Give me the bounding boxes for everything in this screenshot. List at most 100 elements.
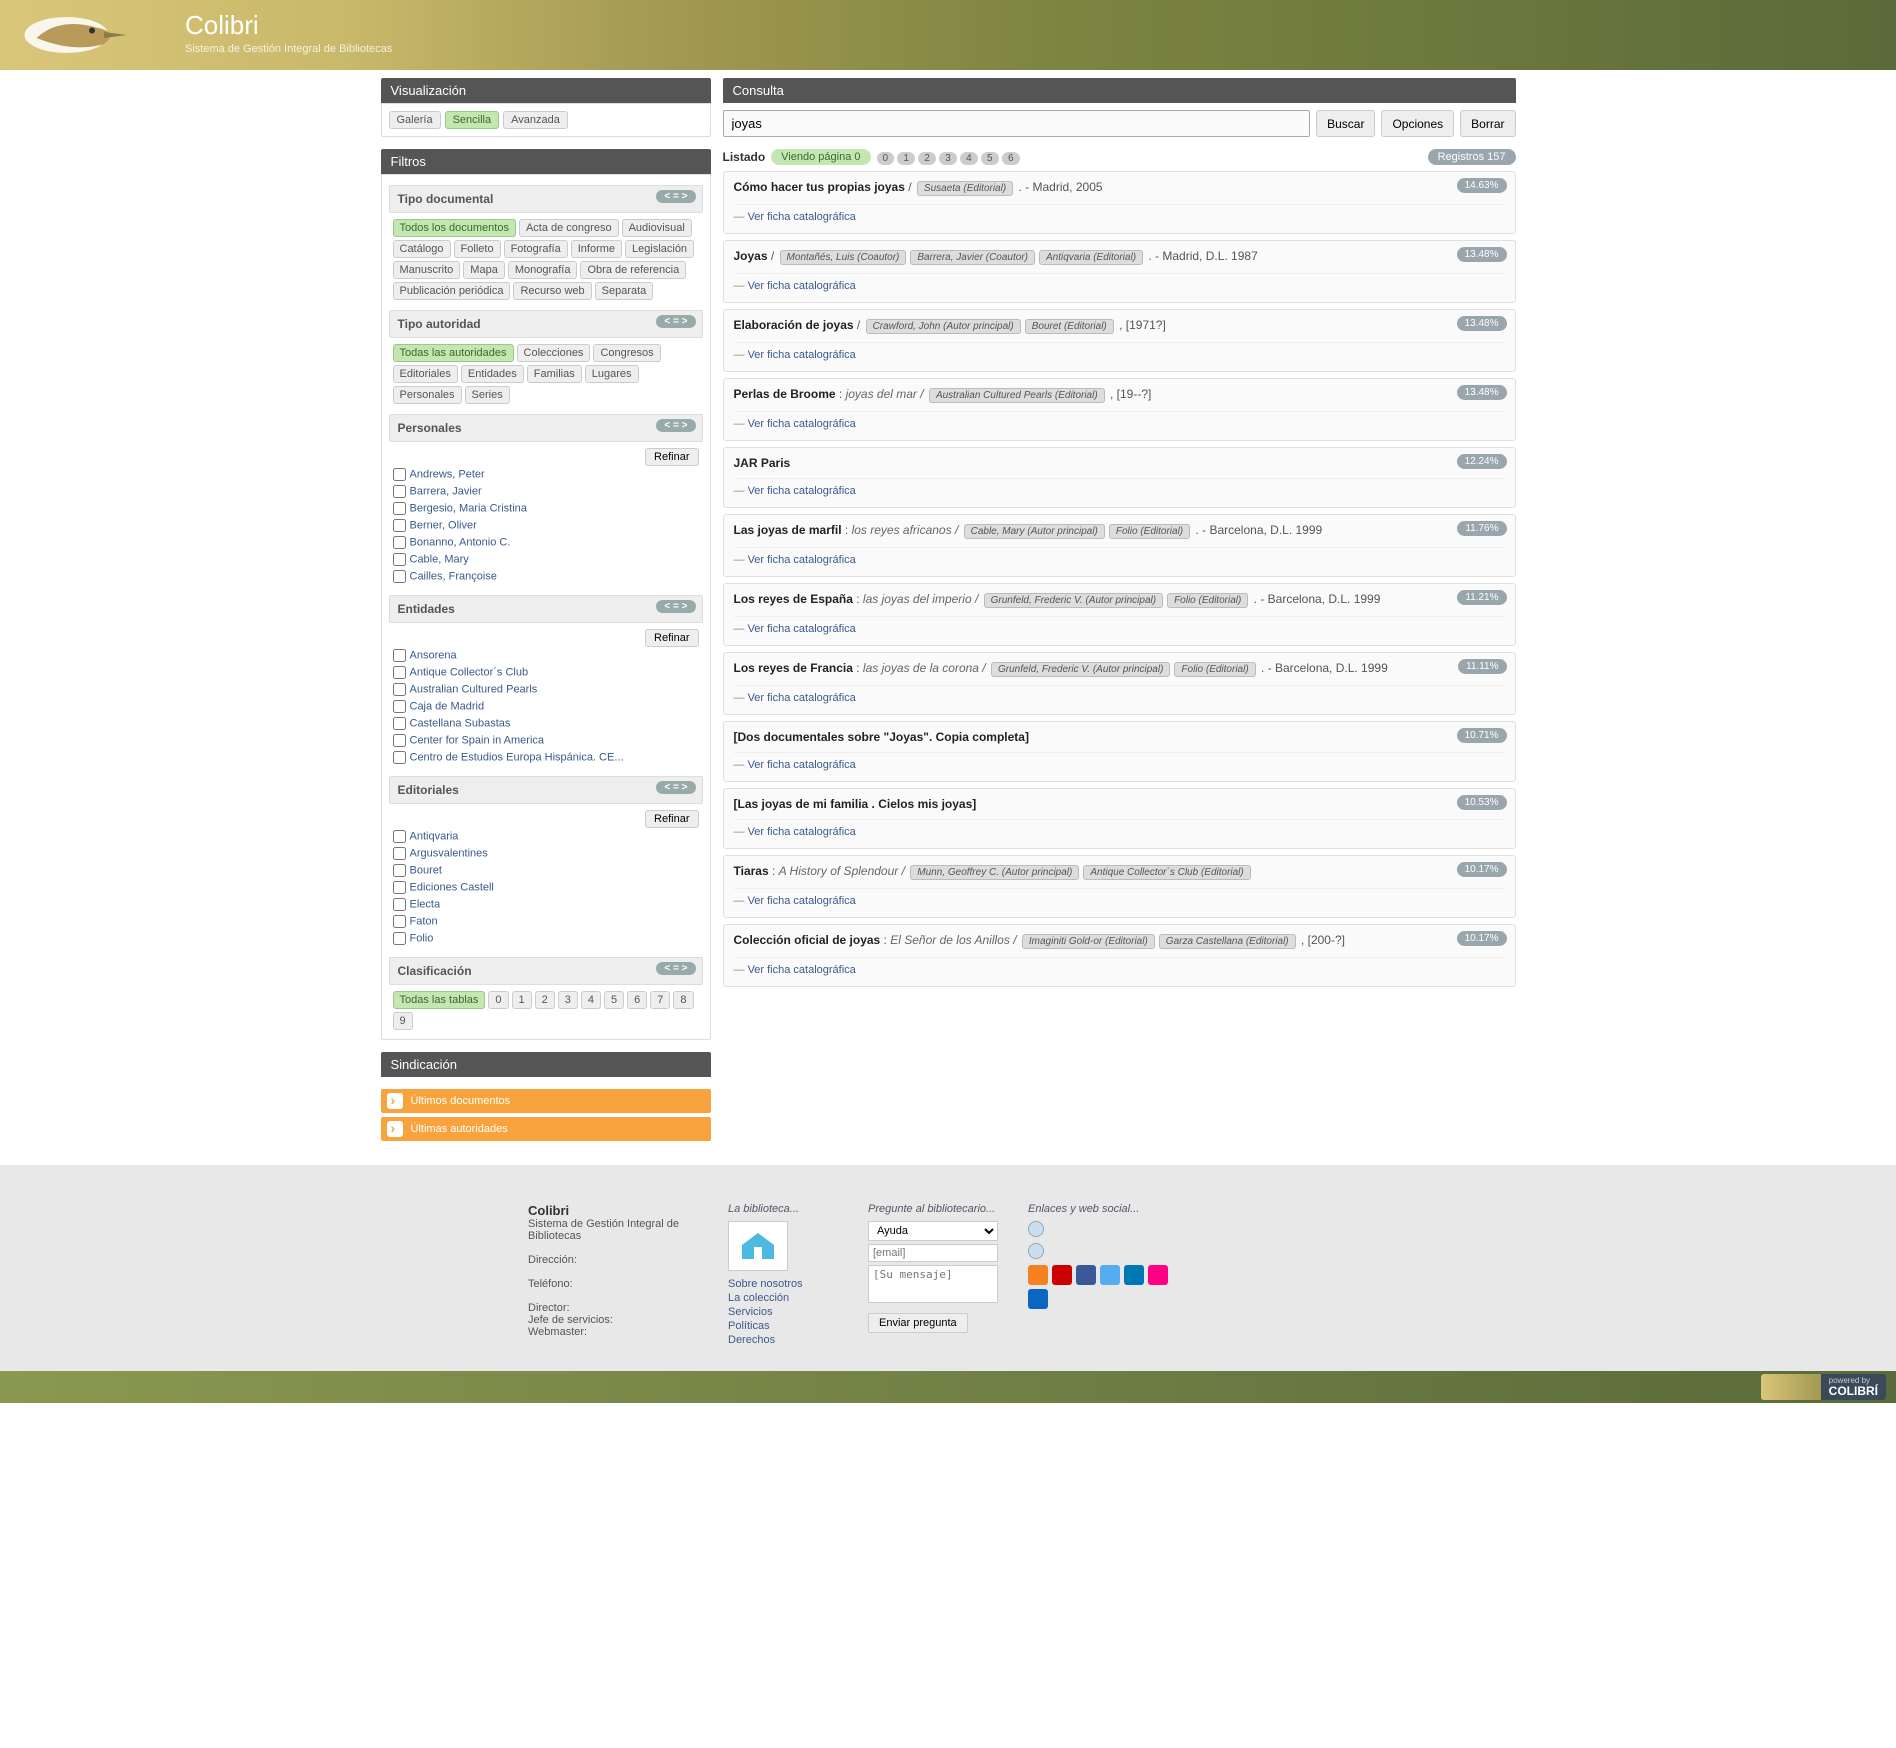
ver-ficha-link[interactable]: Ver ficha catalográfica <box>734 547 1505 566</box>
filter-checkbox[interactable] <box>393 915 406 928</box>
social-icon[interactable] <box>1028 1289 1048 1309</box>
ask-message-input[interactable] <box>868 1265 998 1303</box>
filter-link[interactable]: Andrews, Peter <box>410 468 485 480</box>
filter-link[interactable]: Centro de Estudios Europa Hispánica. CE.… <box>410 751 624 763</box>
filter-pill[interactable]: 8 <box>673 991 693 1009</box>
rss-feed-link[interactable]: Últimas autoridades <box>381 1117 711 1141</box>
filter-pill[interactable]: Catálogo <box>393 240 451 258</box>
filter-pill[interactable]: Fotografía <box>504 240 568 258</box>
filter-link[interactable]: Electa <box>410 898 441 910</box>
filter-checkbox[interactable] <box>393 536 406 549</box>
filter-checkbox[interactable] <box>393 932 406 945</box>
filter-pill[interactable]: 3 <box>558 991 578 1009</box>
ask-email-input[interactable] <box>868 1244 998 1262</box>
search-input[interactable] <box>723 110 1311 137</box>
social-icon[interactable] <box>1100 1265 1120 1285</box>
social-icon[interactable] <box>1028 1265 1048 1285</box>
globe-icon[interactable] <box>1028 1221 1044 1237</box>
filter-pill[interactable]: Monografía <box>508 261 578 279</box>
filter-pill[interactable]: Audiovisual <box>622 219 692 237</box>
filter-link[interactable]: Bonanno, Antonio C. <box>410 536 511 548</box>
refinar-personales[interactable]: Refinar <box>645 448 698 466</box>
ask-type-select[interactable]: Ayuda <box>868 1221 998 1241</box>
authority-pill[interactable]: Garza Castellana (Editorial) <box>1159 934 1296 949</box>
filter-checkbox[interactable] <box>393 683 406 696</box>
filter-pill[interactable]: Colecciones <box>517 344 591 362</box>
refinar-editoriales[interactable]: Refinar <box>645 810 698 828</box>
opciones-button[interactable]: Opciones <box>1381 110 1454 137</box>
authority-pill[interactable]: Folio (Editorial) <box>1167 593 1248 608</box>
authority-pill[interactable]: Imaginiti Gold-or (Editorial) <box>1022 934 1155 949</box>
filter-link[interactable]: Antiqvaria <box>410 830 459 842</box>
filter-checkbox[interactable] <box>393 666 406 679</box>
ver-ficha-link[interactable]: Ver ficha catalográfica <box>734 273 1505 292</box>
filter-pill[interactable]: 0 <box>488 991 508 1009</box>
filter-checkbox[interactable] <box>393 734 406 747</box>
filter-link[interactable]: Berner, Oliver <box>410 519 477 531</box>
ver-ficha-link[interactable]: Ver ficha catalográfica <box>734 478 1505 497</box>
social-icon[interactable] <box>1124 1265 1144 1285</box>
filter-pill[interactable]: Separata <box>595 282 654 300</box>
filter-link[interactable]: Barrera, Javier <box>410 485 482 497</box>
filter-pill[interactable]: 2 <box>535 991 555 1009</box>
filter-link[interactable]: Folio <box>410 932 434 944</box>
footer-link[interactable]: La colección <box>728 1291 838 1305</box>
authority-pill[interactable]: Montañés, Luis (Coautor) <box>780 250 907 265</box>
buscar-button[interactable]: Buscar <box>1316 110 1375 137</box>
filter-pill[interactable]: 6 <box>627 991 647 1009</box>
filter-pill[interactable]: Obra de referencia <box>580 261 686 279</box>
filter-pill[interactable]: Todos los documentos <box>393 219 516 237</box>
filter-checkbox[interactable] <box>393 570 406 583</box>
filter-pill[interactable]: Series <box>465 386 510 404</box>
nav-arrows-icon[interactable]: < = > <box>656 190 695 203</box>
ver-ficha-link[interactable]: Ver ficha catalográfica <box>734 957 1505 976</box>
globe-icon[interactable] <box>1028 1243 1044 1259</box>
filter-pill[interactable]: Editoriales <box>393 365 458 383</box>
filter-pill[interactable]: Galería <box>389 111 441 129</box>
nav-arrows-icon[interactable]: < = > <box>656 315 695 328</box>
page-number[interactable]: 2 <box>918 152 936 165</box>
footer-link[interactable]: Políticas <box>728 1319 838 1333</box>
ver-ficha-link[interactable]: Ver ficha catalográfica <box>734 888 1505 907</box>
filter-checkbox[interactable] <box>393 864 406 877</box>
filter-pill[interactable]: Sencilla <box>445 111 500 129</box>
filter-pill[interactable]: Informe <box>571 240 622 258</box>
authority-pill[interactable]: Munn, Geoffrey C. (Autor principal) <box>910 865 1079 880</box>
filter-checkbox[interactable] <box>393 649 406 662</box>
filter-pill[interactable]: Congresos <box>593 344 660 362</box>
filter-checkbox[interactable] <box>393 553 406 566</box>
ver-ficha-link[interactable]: Ver ficha catalográfica <box>734 204 1505 223</box>
filter-pill[interactable]: Acta de congreso <box>519 219 619 237</box>
authority-pill[interactable]: Crawford, John (Autor principal) <box>866 319 1021 334</box>
filter-pill[interactable]: Publicación periódica <box>393 282 511 300</box>
refinar-entidades[interactable]: Refinar <box>645 629 698 647</box>
filter-pill[interactable]: 5 <box>604 991 624 1009</box>
page-number[interactable]: 5 <box>981 152 999 165</box>
authority-pill[interactable]: Folio (Editorial) <box>1109 524 1190 539</box>
filter-link[interactable]: Cable, Mary <box>410 553 469 565</box>
filter-link[interactable]: Antique Collector´s Club <box>410 666 529 678</box>
filter-checkbox[interactable] <box>393 519 406 532</box>
filter-link[interactable]: Australian Cultured Pearls <box>410 683 538 695</box>
authority-pill[interactable]: Bouret (Editorial) <box>1025 319 1114 334</box>
filter-pill[interactable]: 9 <box>393 1012 413 1030</box>
filter-link[interactable]: Caja de Madrid <box>410 700 485 712</box>
filter-pill[interactable]: Lugares <box>585 365 639 383</box>
authority-pill[interactable]: Susaeta (Editorial) <box>917 181 1013 196</box>
page-number[interactable]: 4 <box>960 152 978 165</box>
authority-pill[interactable]: Antique Collector´s Club (Editorial) <box>1083 865 1250 880</box>
filter-pill[interactable]: 7 <box>650 991 670 1009</box>
filter-link[interactable]: Bergesio, Maria Cristina <box>410 502 527 514</box>
page-number[interactable]: 1 <box>897 152 915 165</box>
nav-arrows-icon[interactable]: < = > <box>656 781 695 794</box>
ver-ficha-link[interactable]: Ver ficha catalográfica <box>734 342 1505 361</box>
filter-checkbox[interactable] <box>393 881 406 894</box>
authority-pill[interactable]: Grunfeld, Frederic V. (Autor principal) <box>984 593 1163 608</box>
filter-pill[interactable]: 1 <box>512 991 532 1009</box>
filter-checkbox[interactable] <box>393 502 406 515</box>
page-number[interactable]: 0 <box>877 152 895 165</box>
filter-checkbox[interactable] <box>393 700 406 713</box>
filter-link[interactable]: Ediciones Castell <box>410 881 494 893</box>
filter-link[interactable]: Castellana Subastas <box>410 717 511 729</box>
filter-checkbox[interactable] <box>393 485 406 498</box>
